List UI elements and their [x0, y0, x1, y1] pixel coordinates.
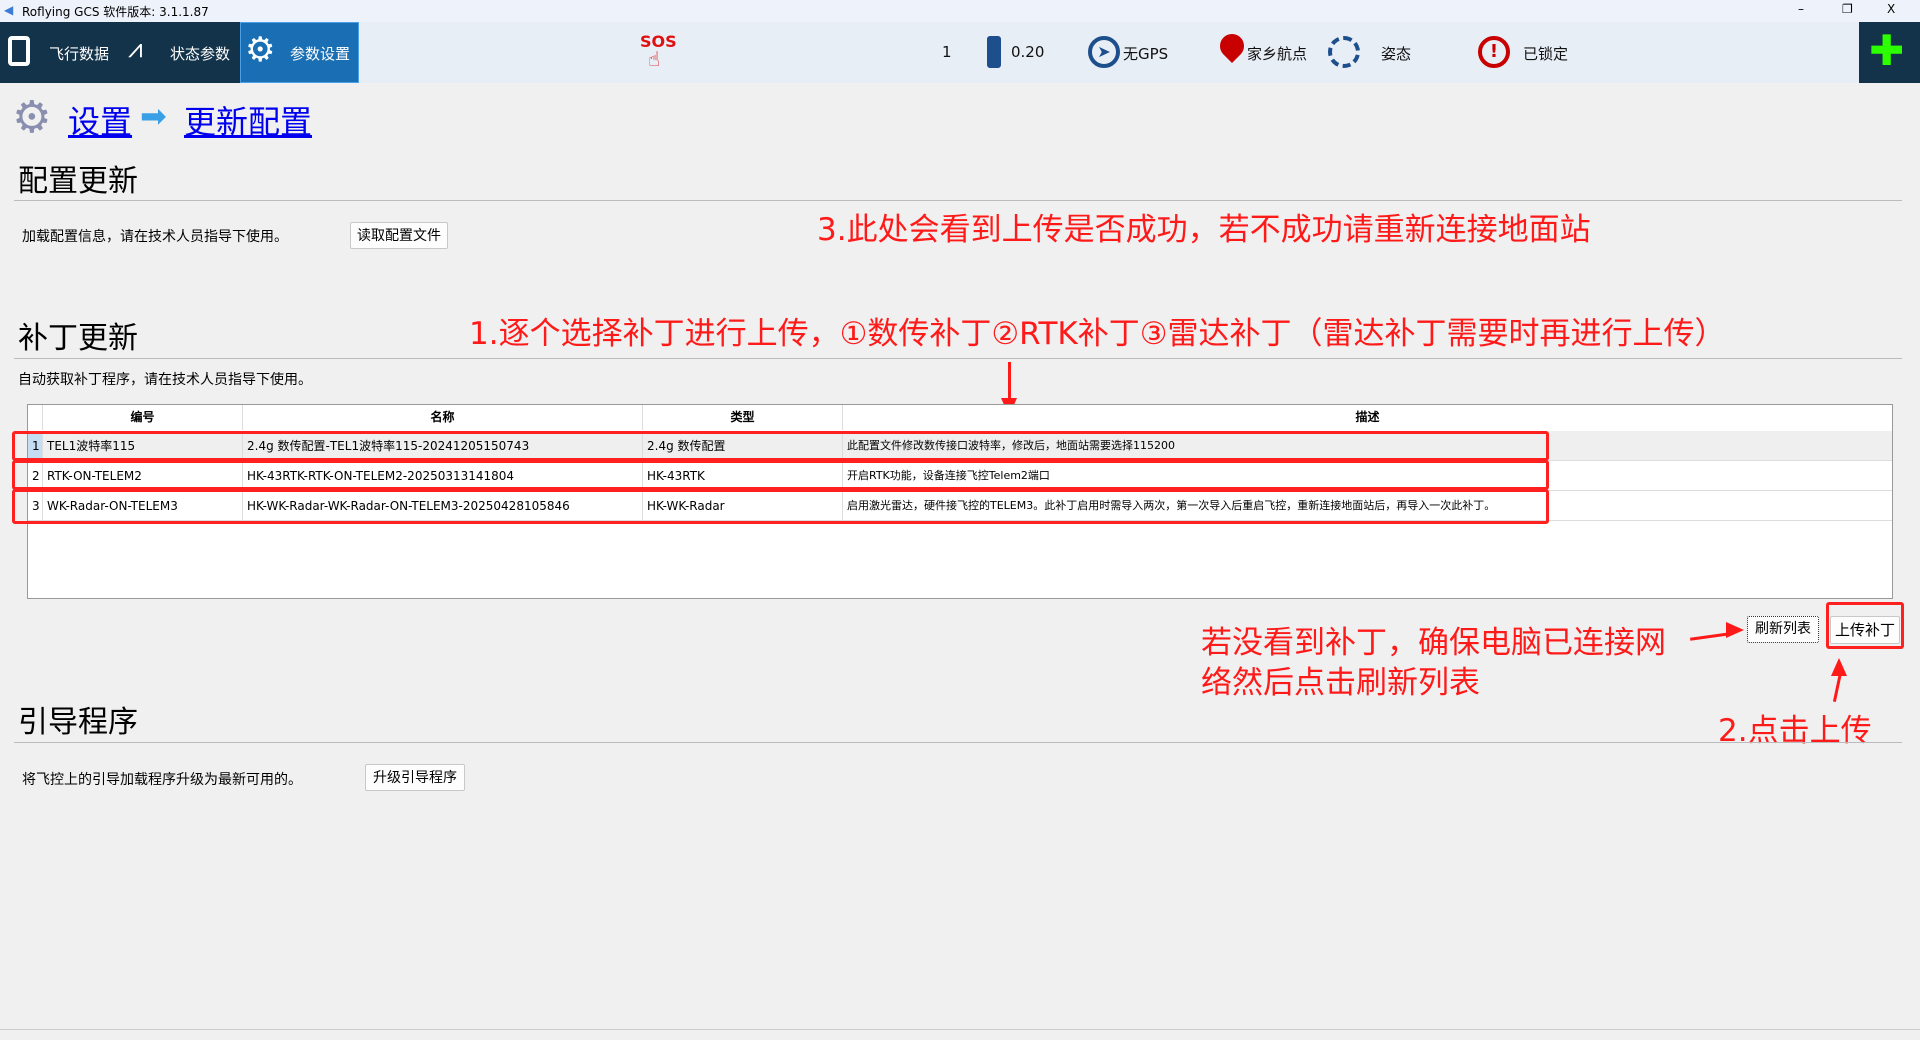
- document-icon: [8, 36, 30, 66]
- app-icon: ◀: [4, 3, 14, 17]
- connect-button[interactable]: ✚: [1859, 22, 1920, 83]
- read-config-button[interactable]: 读取配置文件: [350, 222, 448, 249]
- annotation-arrow: [1689, 632, 1731, 641]
- highlight-box: [12, 489, 1549, 524]
- gear-icon: ⚙: [245, 30, 276, 70]
- map-pin-icon: [1215, 29, 1249, 63]
- annotation-arrow: [1008, 362, 1011, 402]
- tab-param-settings[interactable]: ⚙ 参数设置: [240, 22, 359, 83]
- close-button[interactable]: X: [1887, 2, 1895, 16]
- minimize-button[interactable]: –: [1798, 2, 1804, 16]
- boot-desc: 将飞控上的引导加载程序升级为最新可用的。: [22, 772, 302, 788]
- tab-status-params[interactable]: ⩘ 状态参数: [125, 22, 240, 83]
- patch-desc: 自动获取补丁程序，请在技术人员指导下使用。: [18, 372, 312, 388]
- title-bar: ◀ Roflying GCS 软件版本: 3.1.1.87 – ❐ X: [0, 0, 1920, 22]
- annotation-arrow: [1832, 672, 1843, 702]
- tab-label: 飞行数据: [49, 45, 110, 63]
- highlight-box: [12, 431, 1549, 461]
- arrow-head-icon: [1726, 622, 1744, 638]
- annotation-3: 3.此处会看到上传是否成功，若不成功请重新连接地面站: [817, 212, 1591, 248]
- toolbar: 飞行数据 ⩘ 状态参数 ⚙ 参数设置 SOS ☝ 1 0.20 ➤ 无GPS 家…: [0, 22, 1920, 83]
- arrow-head-icon: [1831, 658, 1847, 676]
- window-title: Roflying GCS 软件版本: 3.1.1.87: [22, 5, 209, 19]
- header-corner: [28, 405, 43, 430]
- arm-status: 已锁定: [1523, 45, 1569, 63]
- attitude-icon: [1328, 36, 1360, 68]
- divider: [14, 742, 1902, 743]
- divider: [14, 200, 1902, 201]
- breadcrumb-current[interactable]: 更新配置: [184, 97, 312, 143]
- config-section-title: 配置更新: [18, 164, 138, 199]
- config-desc: 加载配置信息，请在技术人员指导下使用。: [22, 229, 288, 245]
- divider: [14, 358, 1902, 359]
- alert-icon: !: [1478, 36, 1510, 68]
- tab-label: 状态参数: [170, 45, 231, 63]
- column-header-name[interactable]: 名称: [243, 405, 643, 430]
- home-point[interactable]: 家乡航点: [1247, 43, 1307, 64]
- annotation-1: 1.逐个选择补丁进行上传，①数传补丁②RTK补丁③雷达补丁（雷达补丁需要时再进行…: [469, 316, 1726, 352]
- battery-icon: [987, 36, 1001, 68]
- settings-gear-icon: ⚙: [12, 92, 52, 143]
- column-header-desc[interactable]: 描述: [843, 405, 1892, 430]
- boot-section-title: 引导程序: [18, 705, 138, 740]
- maximize-button[interactable]: ❐: [1842, 2, 1853, 16]
- sos-button[interactable]: SOS ☝: [640, 32, 677, 71]
- patch-section-title: 补丁更新: [18, 321, 138, 356]
- column-header-type[interactable]: 类型: [643, 405, 843, 430]
- highlight-box: [1826, 602, 1904, 649]
- compass-icon: ➤: [1088, 36, 1120, 68]
- arrow-right-icon: ➡: [140, 97, 167, 135]
- column-header-id[interactable]: 编号: [43, 405, 243, 430]
- satellite-count: 1: [942, 43, 952, 61]
- chart-icon: ⩘: [128, 34, 143, 64]
- gps-status: 无GPS: [1123, 45, 1169, 63]
- refresh-list-button[interactable]: 刷新列表: [1747, 616, 1819, 643]
- annotation-4-line2: 络然后点击刷新列表: [1201, 665, 1480, 701]
- upgrade-bootloader-button[interactable]: 升级引导程序: [365, 764, 465, 791]
- annotation-4-line1: 若没看到补丁，确保电脑已连接网: [1201, 625, 1666, 661]
- puzzle-connect-icon: ✚: [1869, 26, 1905, 75]
- highlight-box: [12, 460, 1549, 490]
- battery-value: 0.20: [1011, 43, 1045, 61]
- attitude-label: 姿态: [1381, 45, 1412, 63]
- annotation-2: 2.点击上传: [1718, 713, 1872, 749]
- tab-label: 参数设置: [290, 45, 351, 63]
- breadcrumb-settings[interactable]: 设置: [68, 97, 132, 143]
- tab-flight-data[interactable]: 飞行数据: [0, 22, 120, 83]
- bottom-border: [0, 1029, 1920, 1030]
